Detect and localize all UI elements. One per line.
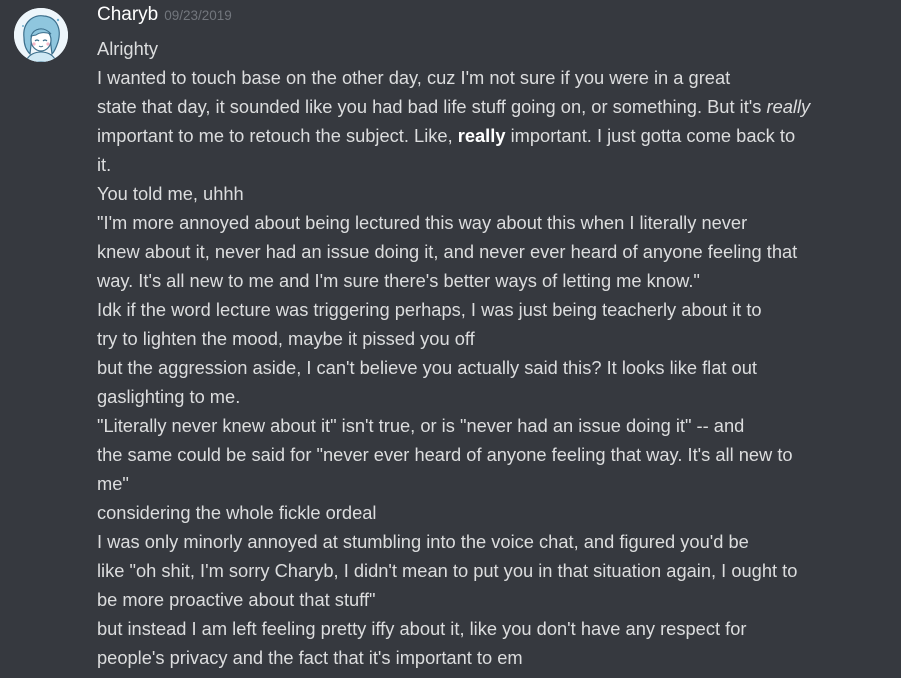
text-segment: I was only minorly annoyed at stumbling … [97, 531, 749, 552]
text-segment: but the aggression aside, I can't believ… [97, 357, 757, 378]
text-segment: knew about it, never had an issue doing … [97, 241, 798, 262]
message-line: "I'm more annoyed about being lectured t… [97, 208, 889, 237]
message-line: state that day, it sounded like you had … [97, 92, 889, 121]
text-segment: You told me, uhhh [97, 183, 244, 204]
timestamp: 09/23/2019 [164, 8, 232, 23]
text-segment: Idk if the word lecture was triggering p… [97, 299, 762, 320]
message-line: way. It's all new to me and I'm sure the… [97, 266, 889, 295]
text-segment: "Literally never knew about it" isn't tr… [97, 415, 745, 436]
text-segment: try to lighten the mood, maybe it pissed… [97, 328, 475, 349]
text-segment: state that day, it sounded like you had … [97, 96, 767, 117]
message-line: You told me, uhhh [97, 179, 889, 208]
avatar[interactable] [14, 8, 68, 62]
text-segment: the same could be said for "never ever h… [97, 444, 793, 465]
text-segment: important. I just gotta come back to [505, 125, 796, 146]
message-content: Alrighty I wanted to touch base on the ot… [97, 34, 889, 672]
message-line: people's privacy and the fact that it's … [97, 643, 889, 672]
text-segment: be more proactive about that stuff" [97, 589, 376, 610]
message-line: like "oh shit, I'm sorry Charyb, I didn'… [97, 556, 889, 585]
text-segment: gaslighting to me. [97, 386, 241, 407]
message-header: Charyb 09/23/2019 [97, 4, 232, 32]
message-line: "Literally never knew about it" isn't tr… [97, 411, 889, 440]
text-segment: people's privacy and the fact that it's … [97, 647, 523, 668]
message-line: but instead I am left feeling pretty iff… [97, 614, 889, 643]
message-line: important to me to retouch the subject. … [97, 121, 889, 150]
message-line: Idk if the word lecture was triggering p… [97, 295, 889, 324]
italic-text: really [766, 96, 811, 117]
message-line: the same could be said for "never ever h… [97, 440, 889, 469]
message-line: considering the whole fickle ordeal [97, 498, 889, 527]
message-line: gaslighting to me. [97, 382, 889, 411]
message-line: be more proactive about that stuff" [97, 585, 889, 614]
text-segment: like "oh shit, I'm sorry Charyb, I didn'… [97, 560, 798, 581]
username[interactable]: Charyb [97, 4, 158, 26]
text-segment: I wanted to touch base on the other day,… [97, 67, 731, 88]
message-line: knew about it, never had an issue doing … [97, 237, 889, 266]
text-segment: it. [97, 154, 112, 175]
message-line: Alrighty [97, 34, 889, 63]
message-line: I wanted to touch base on the other day,… [97, 63, 889, 92]
avatar-illustration-icon [14, 8, 68, 62]
message-line: it. [97, 150, 889, 179]
text-segment: considering the whole fickle ordeal [97, 502, 377, 523]
message-line: I was only minorly annoyed at stumbling … [97, 527, 889, 556]
message-line: me" [97, 469, 889, 498]
text-segment: important to me to retouch the subject. … [97, 125, 458, 146]
chat-message: Charyb 09/23/2019 Alrighty I wanted to to… [0, 0, 901, 678]
text-segment: "I'm more annoyed about being lectured t… [97, 212, 748, 233]
text-segment: but instead I am left feeling pretty iff… [97, 618, 747, 639]
message-line: but the aggression aside, I can't believ… [97, 353, 889, 382]
message-line: try to lighten the mood, maybe it pissed… [97, 324, 889, 353]
text-segment: Alrighty [97, 38, 158, 59]
bold-text: really [457, 125, 506, 146]
text-segment: me" [97, 473, 129, 494]
text-segment: way. It's all new to me and I'm sure the… [97, 270, 700, 291]
